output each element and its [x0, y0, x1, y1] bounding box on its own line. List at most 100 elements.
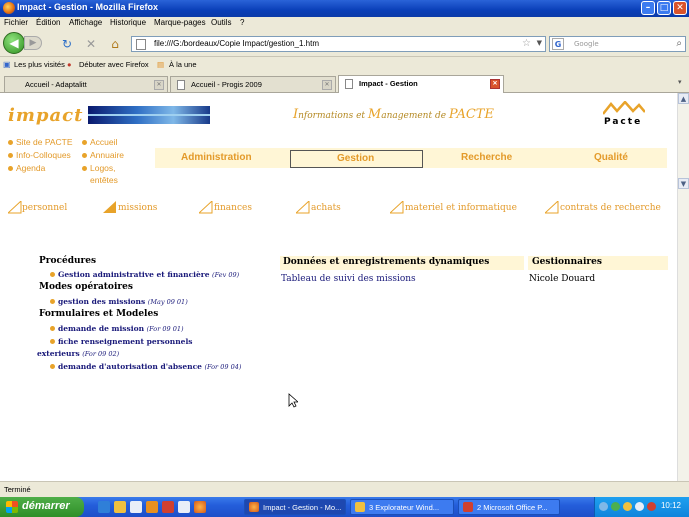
procedures-item: Gestion administrative et financière (Fe…: [50, 270, 239, 279]
menu-help[interactable]: ?: [240, 18, 244, 27]
quicklaunch-desktop-icon[interactable]: [130, 501, 142, 513]
bookmark-most-visited[interactable]: Les plus visités: [14, 60, 65, 69]
quicklaunch-app-icon[interactable]: [162, 501, 174, 513]
tab-close-icon[interactable]: ✕: [154, 80, 164, 90]
url-bar[interactable]: file:///G:/bordeaux/Copie Impact/gestion…: [131, 36, 546, 52]
maximize-button[interactable]: □: [657, 1, 671, 15]
navigation-toolbar: ◀ ▶ ↻ ✕ ⌂ file:///G:/bordeaux/Copie Impa…: [0, 31, 689, 57]
back-arrow-icon[interactable]: ◀: [3, 32, 25, 54]
quicklaunch-app2-icon[interactable]: [178, 501, 190, 513]
tab-adaptalitt[interactable]: Accueil - Adaptalitt ✕: [4, 76, 168, 92]
link-fiche-renseignement[interactable]: fiche renseignement personnels: [58, 337, 193, 346]
tray-app2-icon[interactable]: [647, 502, 656, 511]
pacte-logo-text: Pacte: [604, 117, 643, 127]
nav-gestion[interactable]: Gestion: [290, 150, 423, 168]
link-tableau-suivi[interactable]: Tableau de suivi des missions: [281, 274, 416, 284]
link-agenda[interactable]: Agenda: [16, 163, 45, 173]
window-title: Impact - Gestion - Mozilla Firefox: [17, 2, 159, 12]
link-gestion-administrative[interactable]: Gestion administrative et financière: [58, 270, 210, 279]
tray-security-icon[interactable]: [611, 502, 620, 511]
chevron-down-icon[interactable]: ▼: [537, 39, 542, 47]
scroll-up-icon[interactable]: ▲: [678, 93, 689, 104]
tab-close-icon[interactable]: ✕: [322, 80, 332, 90]
scroll-down-icon[interactable]: ▼: [678, 178, 689, 189]
status-text: Terminé: [4, 485, 31, 494]
clock: 10:12: [660, 501, 681, 510]
page-icon: [177, 80, 185, 90]
triangle-outline-icon: [545, 201, 559, 214]
subnav-achats[interactable]: achats: [311, 203, 341, 213]
search-icon[interactable]: ⌕: [676, 38, 682, 49]
task-firefox[interactable]: Impact - Gestion - Mo...: [244, 499, 346, 515]
forward-arrow-icon[interactable]: ▶: [24, 36, 42, 50]
nav-administration[interactable]: Administration: [181, 152, 252, 163]
nav-recherche[interactable]: Recherche: [461, 152, 512, 163]
tray-volume-icon[interactable]: [623, 502, 632, 511]
subnav-contrats[interactable]: contrats de recherche: [560, 203, 661, 213]
right-links: Accueil Annuaire Logos, entêtes: [82, 136, 124, 186]
link-site-pacte[interactable]: Site de PACTE: [16, 137, 73, 147]
tab-bar: Accueil - Adaptalitt ✕ Accueil - Progis …: [0, 73, 689, 93]
link-accueil[interactable]: Accueil: [90, 137, 117, 147]
bookmark-star-icon[interactable]: ☆: [522, 38, 531, 49]
minimize-button[interactable]: –: [641, 1, 655, 15]
tray-network-icon[interactable]: [599, 502, 608, 511]
subnav-materiel[interactable]: materiel et informatique: [405, 203, 517, 213]
triangle-outline-icon: [8, 201, 22, 214]
url-text[interactable]: file:///G:/bordeaux/Copie Impact/gestion…: [154, 39, 319, 48]
quicklaunch-firefox-icon[interactable]: [194, 501, 206, 513]
close-button[interactable]: ✕: [673, 1, 687, 15]
link-exterieurs[interactable]: exterieurs: [37, 349, 80, 358]
modes-item: gestion des missions (May 09 01): [50, 297, 188, 306]
rss-icon: ▤: [157, 60, 165, 69]
bookmarks-bar: ▣ Les plus visités ● Débuter avec Firefo…: [0, 57, 689, 73]
firefox-icon: [249, 502, 259, 512]
subnav-personnel[interactable]: personnel: [22, 203, 67, 213]
triangle-outline-icon: [390, 201, 404, 214]
tab-impact-gestion[interactable]: Impact - Gestion ✕: [338, 75, 504, 93]
subnav-finances[interactable]: finances: [214, 203, 252, 213]
menu-fichier[interactable]: Fichier: [4, 18, 28, 27]
tray-app-icon[interactable]: [635, 502, 644, 511]
form-item-2-cont: exterieurs (For 09 02): [37, 349, 120, 358]
taskbar: démarrer Impact - Gestion - Mo... 3 Expl…: [0, 497, 689, 517]
menu-edition[interactable]: Édition: [36, 18, 60, 27]
vertical-scrollbar[interactable]: ▲ ▼: [677, 93, 689, 481]
nav-qualite[interactable]: Qualité: [594, 152, 628, 163]
task-office[interactable]: 2 Microsoft Office P...: [458, 499, 560, 515]
link-demande-autorisation[interactable]: demande d'autorisation d'absence: [58, 362, 202, 371]
reload-icon[interactable]: ↻: [60, 37, 74, 51]
link-logos[interactable]: Logos,: [90, 163, 116, 173]
link-entetes[interactable]: entêtes: [90, 175, 118, 185]
menu-affichage[interactable]: Affichage: [69, 18, 102, 27]
task-explorer[interactable]: 3 Explorateur Wind...: [350, 499, 454, 515]
subnav-missions[interactable]: missions: [118, 203, 157, 213]
search-box[interactable]: G Google ⌕: [549, 36, 686, 52]
modes-title: Modes opératoires: [39, 282, 133, 292]
quicklaunch-media-icon[interactable]: [146, 501, 158, 513]
quicklaunch-folder-icon[interactable]: [114, 501, 126, 513]
google-icon[interactable]: G: [552, 38, 564, 50]
tab-list-icon[interactable]: ▾: [678, 78, 688, 90]
link-gestion-missions[interactable]: gestion des missions: [58, 297, 145, 306]
link-demande-mission[interactable]: demande de mission: [58, 324, 144, 333]
home-icon[interactable]: ⌂: [108, 37, 122, 51]
stop-icon[interactable]: ✕: [84, 37, 98, 51]
link-annuaire[interactable]: Annuaire: [90, 150, 124, 160]
quicklaunch-ie-icon[interactable]: [98, 501, 110, 513]
start-button[interactable]: démarrer: [0, 497, 84, 517]
menu-outils[interactable]: Outils: [211, 18, 231, 27]
menu-marque-pages[interactable]: Marque-pages: [154, 18, 206, 27]
form-item-3: demande d'autorisation d'absence (For 09…: [50, 362, 241, 371]
bookmark-getting-started[interactable]: Débuter avec Firefox: [79, 60, 149, 69]
link-info-colloques[interactable]: Info-Colloques: [16, 150, 71, 160]
triangle-outline-icon: [199, 201, 213, 214]
impact-logo[interactable]: impact: [8, 105, 83, 126]
firefox-bookmark-icon: ●: [67, 60, 72, 69]
menu-historique[interactable]: Historique: [110, 18, 146, 27]
bookmark-news[interactable]: À la une: [169, 60, 197, 69]
tab-progis[interactable]: Accueil - Progis 2009 ✕: [170, 76, 336, 92]
gestionnaire-name: Nicole Douard: [529, 274, 596, 284]
triangle-outline-icon: [296, 201, 310, 214]
tab-close-icon[interactable]: ✕: [490, 79, 500, 89]
